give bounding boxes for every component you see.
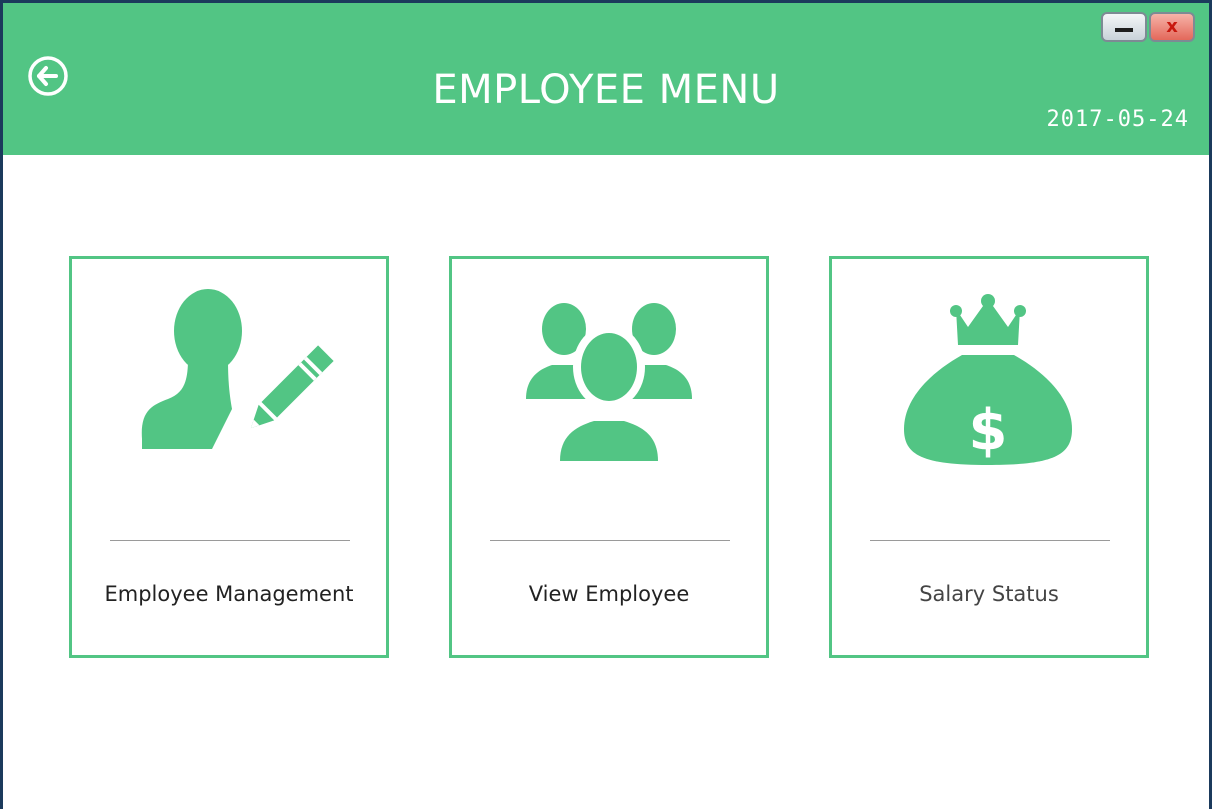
- minimize-button[interactable]: [1101, 12, 1147, 42]
- employee-management-card[interactable]: Employee Management: [69, 256, 389, 658]
- card-divider: [110, 540, 350, 541]
- close-button[interactable]: x: [1149, 12, 1195, 42]
- close-icon: x: [1166, 16, 1178, 37]
- view-employee-card[interactable]: View Employee: [449, 256, 769, 658]
- salary-status-label: Salary Status: [919, 582, 1059, 606]
- minimize-icon: [1115, 28, 1133, 32]
- salary-status-card[interactable]: $ Salary Status: [829, 256, 1149, 658]
- current-date: 2017-05-24: [1046, 107, 1189, 132]
- user-group-icon: [526, 303, 692, 465]
- user-edit-icon: [141, 289, 340, 449]
- card-divider: [870, 540, 1110, 541]
- header-bar: EMPLOYEE MENU 2017-05-24 x: [3, 3, 1209, 155]
- card-divider: [490, 540, 730, 541]
- money-bag-icon: $: [904, 294, 1072, 465]
- app-window: EMPLOYEE MENU 2017-05-24 x Employee Mana…: [0, 0, 1212, 809]
- view-employee-label: View Employee: [528, 582, 690, 606]
- employee-management-label: Employee Management: [104, 582, 354, 606]
- page-title: EMPLOYEE MENU: [432, 67, 780, 113]
- svg-text:$: $: [969, 398, 1008, 463]
